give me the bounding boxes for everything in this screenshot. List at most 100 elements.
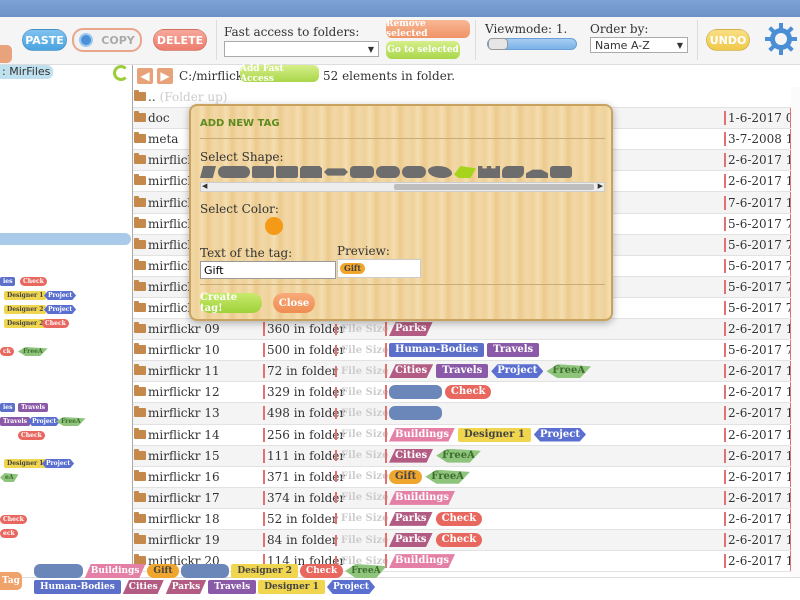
shape-option[interactable] [526,169,548,178]
copy-button[interactable]: COPY [72,28,142,52]
order-select[interactable]: Name A-Z ▼ [590,37,688,53]
tag-travels[interactable]: Travels [208,580,257,594]
shape-scroll-thumb[interactable] [394,184,594,190]
tag-hidden[interactable]: Hidden [34,564,83,578]
tag-check[interactable]: Check [300,564,344,578]
tag-project[interactable]: Project [326,580,376,594]
tag-gift[interactable]: Gift [389,469,423,484]
file-row[interactable]: mirflickr 16 371 in folder File Size Gift Fr… [133,466,800,488]
tag-project[interactable]: Project [491,364,544,379]
scroll-left-icon[interactable]: ◀ [202,182,207,190]
shape-option[interactable] [502,166,524,178]
gear-icon[interactable] [764,22,798,56]
tag-parks[interactable]: Parks [165,580,207,594]
file-row[interactable]: mirflickr 12 329 in folder File Size Hidden… [133,382,800,404]
file-row[interactable]: mirflickr 10 500 in folder File Size Human-… [133,340,800,362]
tag-button[interactable]: Tag [0,572,22,590]
tag-gift[interactable]: Gift [147,564,179,578]
tag-text-input[interactable] [200,261,336,279]
shape-option[interactable] [252,166,274,178]
remove-selected-button[interactable]: Remove selected [386,19,470,39]
library-tab[interactable] [0,45,12,63]
vertical-scrollbar[interactable] [791,87,800,577]
shape-scrollbar[interactable]: ◀ ▶ [200,182,605,192]
shape-option[interactable] [376,166,400,178]
file-size: File Size [335,534,389,546]
delete-button[interactable]: DELETE [153,29,207,51]
tag-hidden[interactable]: Hidden [389,406,442,421]
tag-cities[interactable]: Cities [389,448,434,463]
fast-access-select[interactable]: ▼ [224,41,379,57]
tag-cities[interactable]: Cities [389,364,434,379]
add-fast-access-button[interactable]: Add Fast Access [240,64,319,84]
tag-hidden[interactable]: Hidden [180,564,230,578]
file-row[interactable]: mirflickr 17 374 in folder File Size Buildi… [133,487,800,509]
tag-project[interactable]: Project [533,427,586,442]
tag-hidden[interactable]: Hidden [389,385,442,400]
tag-human-bodies[interactable]: Human-Bodies [34,580,121,594]
tag-parks[interactable]: Parks [389,511,433,526]
tag-check[interactable]: Check [435,511,483,526]
tag-human-bodies[interactable]: Human-Bodies [389,343,485,358]
tag-freea[interactable]: FreeA [345,564,387,578]
back-icon[interactable]: ◀ [137,68,153,84]
library-label[interactable]: : MirFiles [0,65,53,79]
file-row[interactable]: mirflickr 11 72 in folder File Size Cities T… [133,361,800,383]
viewmode-slider[interactable] [487,38,577,50]
tag-freea[interactable]: FreeA [546,364,592,379]
tag-buildings[interactable]: Buildings [389,427,456,442]
undo-button[interactable]: UNDO [706,29,750,51]
tag-freea[interactable]: FreeA [436,448,481,463]
tag-designer-1[interactable]: Designer 1 [258,580,325,594]
file-count: 256 in folder [263,427,345,442]
forward-icon[interactable]: ▶ [157,68,173,84]
shape-option[interactable] [550,166,572,178]
file-row[interactable]: mirflickr 13 498 in folder File Size Hidden… [133,403,800,425]
create-tag-button[interactable]: Create tag! [200,292,262,314]
tag-mini: Travels [18,403,49,412]
file-date: 2-6-2017 18 [724,322,790,337]
shape-option[interactable] [200,166,216,178]
shape-option[interactable] [276,166,298,178]
slider-knob[interactable] [488,38,508,50]
tag-designer-1[interactable]: Designer 1 [458,427,531,442]
selected-tree-item[interactable] [0,233,131,245]
shape-option[interactable] [402,166,426,178]
tag-parks[interactable]: Parks [389,322,433,337]
color-picker[interactable] [265,217,283,235]
folder-icon [134,343,146,355]
tag-mini: Project [44,291,77,300]
tag-buildings[interactable]: Buildings [389,554,456,569]
go-to-selected-button[interactable]: Go to selected [386,41,460,59]
paste-button[interactable]: PASTE [22,29,67,51]
file-row[interactable]: mirflickr 19 84 in folder File Size Parks Ch… [133,529,800,552]
tag-buildings[interactable]: Buildings [389,490,456,505]
tag-travels[interactable]: Travels [487,343,540,358]
shape-option[interactable] [478,166,500,178]
file-row[interactable]: mirflickr 15 111 in folder File Size Cities… [133,445,800,467]
file-size: File Size [335,513,389,525]
file-row[interactable]: mirflickr 14 256 in folder File Size Buildi… [133,424,800,446]
scroll-right-icon[interactable]: ▶ [598,182,603,190]
file-row[interactable]: mirflickr 09 360 in folder File Size Parks 2… [133,319,800,341]
shape-option[interactable] [218,166,250,178]
tag-mini: FreeA [56,417,86,426]
tag-cities[interactable]: Cities [122,580,164,594]
shape-option[interactable] [350,166,374,178]
tag-freea[interactable]: FreeA [425,469,470,484]
tag-travels[interactable]: Travels [436,364,489,379]
tag-parks[interactable]: Parks [389,533,433,548]
shape-option[interactable] [300,166,322,178]
close-button[interactable]: Close [273,293,315,313]
shape-picker[interactable] [200,165,605,179]
shape-option-selected[interactable] [454,166,476,178]
tag-designer-2[interactable]: Designer 2 [231,564,299,578]
divider [200,284,605,285]
file-row[interactable]: mirflickr 18 52 in folder File Size Parks Ch… [133,508,800,530]
refresh-icon[interactable] [113,65,129,81]
tag-check[interactable]: Check [435,533,483,548]
tag-buildings[interactable]: Buildings [84,564,146,578]
tag-check[interactable]: Check [444,385,492,400]
shape-option[interactable] [324,168,348,176]
shape-option[interactable] [428,166,452,178]
